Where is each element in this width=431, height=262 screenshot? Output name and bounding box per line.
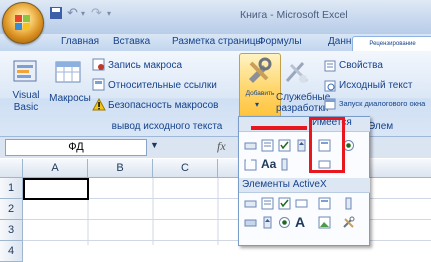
tab-page-layout[interactable]: Разметка страницы xyxy=(172,36,263,47)
activex-image-icon[interactable] xyxy=(318,216,331,229)
toolbox-icon xyxy=(245,57,273,85)
insert-dropdown-icon: ▾ xyxy=(255,100,260,109)
red-highlight-box-annotation xyxy=(309,117,345,173)
macros-icon[interactable] xyxy=(54,57,84,87)
tab-formulas[interactable]: Формулы xyxy=(258,36,302,47)
red-underline-annotation xyxy=(251,126,307,130)
activex-listbox-icon[interactable] xyxy=(318,197,331,210)
properties-button[interactable]: Свойства xyxy=(339,60,383,71)
button-control-icon[interactable] xyxy=(244,139,257,152)
macro-security-button[interactable]: Безопасность макросов xyxy=(108,100,219,111)
column-header-a[interactable]: A xyxy=(23,159,88,178)
row-header-3[interactable]: 3 xyxy=(0,220,23,241)
spinner-control-icon[interactable] xyxy=(295,139,308,152)
row-header-4[interactable]: 4 xyxy=(0,241,23,262)
properties-icon xyxy=(324,60,336,72)
name-box[interactable]: ФД xyxy=(5,139,147,156)
tab-insert[interactable]: Вставка xyxy=(113,36,150,47)
qat-customize-icon[interactable]: ▾ xyxy=(107,6,121,20)
column-header-c[interactable]: C xyxy=(153,159,218,178)
activex-scrollbar-icon[interactable] xyxy=(342,197,355,210)
group-controls-label: Элем xyxy=(368,121,394,132)
tab-review[interactable]: Рецензирование xyxy=(352,36,431,52)
visual-basic-button[interactable]: Visual Basic xyxy=(4,90,48,114)
tab-home[interactable]: Главная xyxy=(61,36,99,47)
undo-icon[interactable]: ↶ xyxy=(67,6,81,20)
more-controls-icon[interactable] xyxy=(342,216,355,229)
label-control-icon[interactable]: Aa xyxy=(261,158,276,171)
view-code-button[interactable]: Исходный текст xyxy=(339,80,412,91)
activex-toggle-icon[interactable] xyxy=(244,216,257,229)
activex-label-icon[interactable]: A xyxy=(295,215,308,229)
scrollbar-control-icon[interactable] xyxy=(278,158,291,171)
record-macro-button[interactable]: Запись макроса xyxy=(108,60,182,71)
office-button[interactable] xyxy=(2,2,44,44)
activex-combobox-icon[interactable] xyxy=(261,197,274,210)
select-all-corner[interactable] xyxy=(0,159,23,178)
design-mode-icon[interactable] xyxy=(283,57,311,85)
save-icon[interactable] xyxy=(49,6,63,20)
combobox-control-icon[interactable] xyxy=(261,139,274,152)
window-title: Книга - Microsoft Excel xyxy=(240,9,348,21)
name-box-dropdown-icon[interactable]: ▼ xyxy=(150,140,159,150)
run-dialog-button[interactable]: Запуск диалогового окна xyxy=(339,99,425,108)
groupbox-control-icon[interactable] xyxy=(244,158,257,171)
group-code-label: вывод исходного текста xyxy=(111,121,223,132)
view-code-icon xyxy=(324,80,336,92)
macros-button[interactable]: Макросы xyxy=(48,93,92,104)
fx-icon[interactable]: fx xyxy=(217,139,226,154)
insert-label: Добавить xyxy=(245,90,275,97)
relative-refs-icon xyxy=(92,78,105,91)
checkbox-control-icon[interactable] xyxy=(278,139,291,152)
activex-textbox-icon[interactable] xyxy=(295,197,308,210)
title-bar xyxy=(0,0,431,34)
relative-refs-button[interactable]: Относительные ссылки xyxy=(108,80,217,91)
run-dialog-icon xyxy=(324,98,336,110)
visual-basic-icon[interactable] xyxy=(12,57,40,87)
active-cell-a1[interactable] xyxy=(23,178,89,200)
activex-checkbox-icon[interactable] xyxy=(278,197,291,210)
activex-button-icon[interactable] xyxy=(244,197,257,210)
row-header-2[interactable]: 2 xyxy=(0,199,23,220)
column-header-b[interactable]: B xyxy=(88,159,153,178)
warning-icon xyxy=(92,97,106,111)
activex-option-icon[interactable] xyxy=(278,216,291,229)
record-macro-icon xyxy=(92,58,105,71)
row-header-1[interactable]: 1 xyxy=(0,178,23,199)
activex-spinner-icon[interactable] xyxy=(261,216,274,229)
activex-header: Элементы ActiveX xyxy=(239,178,370,193)
redo-icon[interactable]: ↷ xyxy=(91,6,105,20)
